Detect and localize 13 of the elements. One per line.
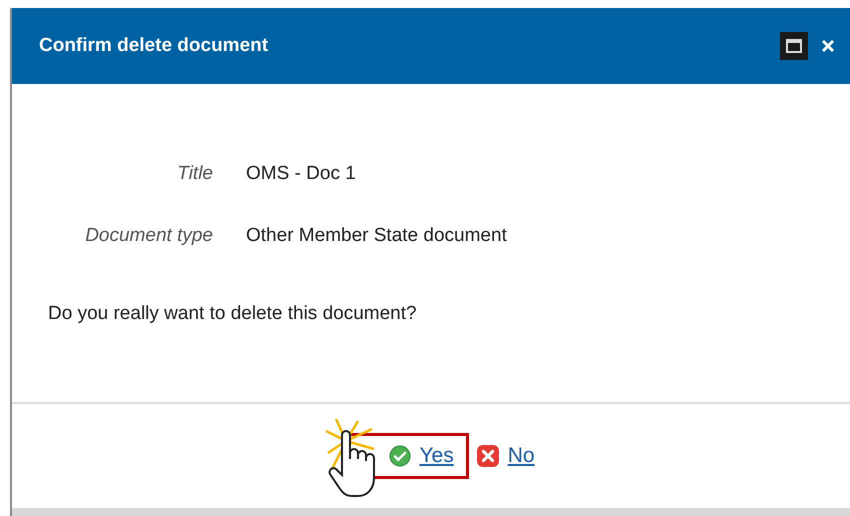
field-label: Title xyxy=(176,162,213,186)
maximize-icon xyxy=(786,39,802,53)
field-value: Other Member State document xyxy=(246,224,507,248)
dialog-title: Confirm delete document xyxy=(39,34,270,58)
confirmation-question: Do you really want to delete this document? xyxy=(48,302,418,326)
close-icon xyxy=(821,39,835,53)
dialog-link[interactable]: No xyxy=(468,433,550,479)
maximize-button[interactable] xyxy=(780,32,808,60)
field-label: Document type xyxy=(84,224,213,248)
check-icon xyxy=(389,445,412,467)
close-icon xyxy=(476,444,500,468)
field-value: OMS - Doc 1 xyxy=(246,162,356,186)
close-button[interactable] xyxy=(820,38,836,54)
